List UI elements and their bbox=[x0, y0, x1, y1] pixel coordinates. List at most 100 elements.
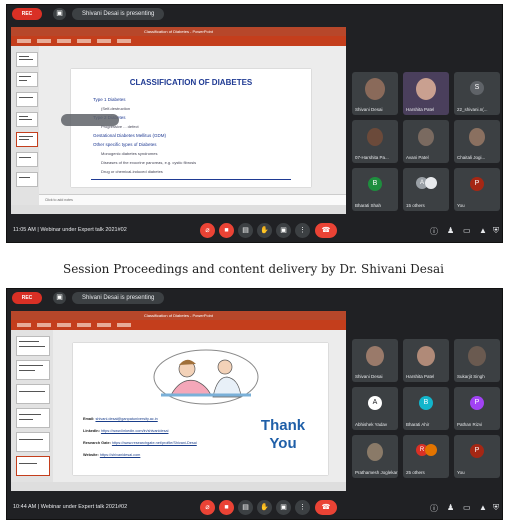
slide-thumbnail[interactable] bbox=[16, 72, 38, 87]
slide-thumbnail[interactable] bbox=[16, 172, 38, 187]
activities-icon[interactable]: ▲ bbox=[479, 226, 487, 235]
avatar: S bbox=[470, 81, 484, 95]
participant-name: Pathan Rizvi bbox=[457, 422, 483, 427]
participant-tile[interactable]: B Bharati Shah bbox=[352, 168, 398, 211]
slide-title: CLASSIFICATION OF DIABETES bbox=[129, 78, 253, 87]
slide-thumbnail[interactable] bbox=[16, 360, 50, 380]
avatar bbox=[425, 177, 437, 189]
info-icon[interactable]: ⓘ bbox=[430, 503, 438, 514]
figure-caption: Session Proceedings and content delivery… bbox=[62, 262, 445, 276]
participant-tile[interactable]: 07-Harshita Pa... bbox=[352, 120, 398, 163]
raise-hand-icon[interactable]: ✋ bbox=[257, 500, 272, 515]
slide-thumbnail[interactable] bbox=[16, 112, 38, 127]
present-screen-icon: ▣ bbox=[53, 8, 66, 20]
shared-screen-powerpoint: Classification of Diabetes - PowerPoint bbox=[11, 311, 346, 491]
participant-tile[interactable]: R 25 others bbox=[403, 435, 449, 478]
thank-you-line1: Thank bbox=[260, 417, 306, 434]
participant-tile[interactable]: A 15 others bbox=[403, 168, 449, 211]
thank-you-line2: You bbox=[269, 435, 297, 452]
slide-thumbnail-selected[interactable] bbox=[16, 132, 38, 147]
info-icon[interactable]: ⓘ bbox=[430, 226, 438, 237]
ppt-status-bar bbox=[11, 205, 346, 214]
meeting-screenshot-2: REC ▣ Shivani Desai is presenting Classi… bbox=[6, 288, 503, 520]
present-icon[interactable]: ▣ bbox=[276, 500, 291, 515]
avatar: P bbox=[470, 444, 484, 458]
contact-website: Website: https://shivanidesai.com bbox=[83, 453, 141, 457]
top-bar: REC ▣ Shivani Desai is presenting bbox=[7, 5, 502, 23]
participant-tile[interactable]: P Pathan Rizvi bbox=[454, 387, 500, 430]
slide-thumbnail[interactable] bbox=[16, 432, 50, 452]
people-icon[interactable]: ♟ bbox=[447, 226, 454, 235]
presentation-controls-pill[interactable] bbox=[61, 114, 119, 126]
presenting-banner[interactable]: Shivani Desai is presenting bbox=[72, 8, 165, 20]
participant-name: You bbox=[457, 203, 465, 208]
participant-tile[interactable]: S 22_shivani.n(... bbox=[454, 72, 500, 115]
participant-name: Harshita Patel bbox=[406, 374, 435, 379]
slide-thumbnails[interactable] bbox=[11, 330, 53, 482]
participant-tile[interactable]: Sukarjit Singh bbox=[454, 339, 500, 382]
avatar bbox=[367, 128, 383, 146]
slide-thumbnail[interactable] bbox=[16, 92, 38, 107]
lock-icon[interactable]: ⛨ bbox=[493, 226, 499, 236]
participant-tile[interactable]: Harshita Patel bbox=[403, 339, 449, 382]
slide-thumbnail[interactable] bbox=[16, 336, 50, 356]
ppt-title-bar: Classification of Diabetes - PowerPoint bbox=[11, 27, 346, 36]
participant-tile[interactable]: Prathamesh Joglekar bbox=[352, 435, 398, 478]
slide-bullet: Diseases of the exocrine pancreas, e.g. … bbox=[101, 160, 197, 165]
avatar: B bbox=[368, 177, 382, 191]
raise-hand-icon[interactable]: ✋ bbox=[257, 223, 272, 238]
present-screen-icon: ▣ bbox=[53, 292, 66, 304]
participant-name: 07-Harshita Pa... bbox=[355, 155, 389, 160]
activities-icon[interactable]: ▲ bbox=[479, 503, 487, 512]
presenting-banner[interactable]: Shivani Desai is presenting bbox=[72, 292, 165, 304]
chat-icon[interactable]: ▭ bbox=[463, 226, 471, 235]
meeting-name: Webinar under Expert talk 2021#02 bbox=[40, 227, 127, 233]
participant-tile[interactable]: Shivani Desai bbox=[352, 72, 398, 115]
more-icon[interactable]: ⋮ bbox=[295, 500, 310, 515]
people-icon[interactable]: ♟ bbox=[447, 503, 454, 512]
participant-tile[interactable]: P You bbox=[454, 168, 500, 211]
captions-icon[interactable]: ▤ bbox=[238, 223, 253, 238]
ppt-title-bar: Classification of Diabetes - PowerPoint bbox=[11, 311, 346, 320]
slide-bullet: Type 1 Diabetes bbox=[93, 97, 126, 102]
end-call-icon[interactable]: ☎ bbox=[315, 500, 337, 515]
meeting-controls-bar: 10:44 AM | Webinar under Expert talk 202… bbox=[7, 497, 502, 519]
participant-tile[interactable]: Avani Patel bbox=[403, 120, 449, 163]
notes-pane[interactable]: Click to add notes bbox=[39, 194, 346, 205]
avatar bbox=[366, 346, 384, 366]
slide-thumbnail[interactable] bbox=[16, 52, 38, 67]
slide-thumbnail[interactable] bbox=[16, 152, 38, 167]
meeting-screenshot-1: REC ▣ Shivani Desai is presenting Classi… bbox=[6, 4, 503, 243]
slide-bullet: Drug or chemical-induced diabetes bbox=[101, 169, 163, 174]
slide-thumbnail[interactable] bbox=[16, 384, 50, 404]
recording-badge: REC bbox=[12, 292, 42, 304]
participant-name: Avani Patel bbox=[406, 155, 429, 160]
end-call-icon[interactable]: ☎ bbox=[315, 223, 337, 238]
camera-off-icon[interactable]: ■ bbox=[219, 500, 234, 515]
participant-name: Shivani Desai bbox=[355, 107, 383, 112]
lock-icon[interactable]: ⛨ bbox=[493, 503, 499, 513]
present-icon[interactable]: ▣ bbox=[276, 223, 291, 238]
meeting-time: 10:44 AM bbox=[13, 504, 37, 510]
participant-tile[interactable]: B Bharati Ahir bbox=[403, 387, 449, 430]
participant-tile[interactable]: P You bbox=[454, 435, 500, 478]
participant-tile[interactable]: A Abhishek Yadav bbox=[352, 387, 398, 430]
avatar bbox=[418, 128, 434, 146]
top-bar: REC ▣ Shivani Desai is presenting bbox=[7, 289, 502, 307]
slide-thumbnail-selected[interactable] bbox=[16, 456, 50, 476]
mic-off-icon[interactable]: ⌀ bbox=[200, 500, 215, 515]
chat-icon[interactable]: ▭ bbox=[463, 503, 471, 512]
more-icon[interactable]: ⋮ bbox=[295, 223, 310, 238]
participant-name: Bharati Shah bbox=[355, 203, 382, 208]
participant-tile[interactable]: Chaitali Jogi... bbox=[454, 120, 500, 163]
participant-name: Harshita Patel bbox=[406, 107, 435, 112]
mic-off-icon[interactable]: ⌀ bbox=[200, 223, 215, 238]
avatar bbox=[469, 128, 485, 146]
ppt-ribbon bbox=[11, 36, 346, 46]
participant-tile[interactable]: Harshita Patel bbox=[403, 72, 449, 115]
participant-tile[interactable]: Shivani Desai bbox=[352, 339, 398, 382]
camera-off-icon[interactable]: ■ bbox=[219, 223, 234, 238]
slide-thumbnail[interactable] bbox=[16, 408, 50, 428]
captions-icon[interactable]: ▤ bbox=[238, 500, 253, 515]
slide-thumbnails[interactable] bbox=[11, 46, 39, 205]
